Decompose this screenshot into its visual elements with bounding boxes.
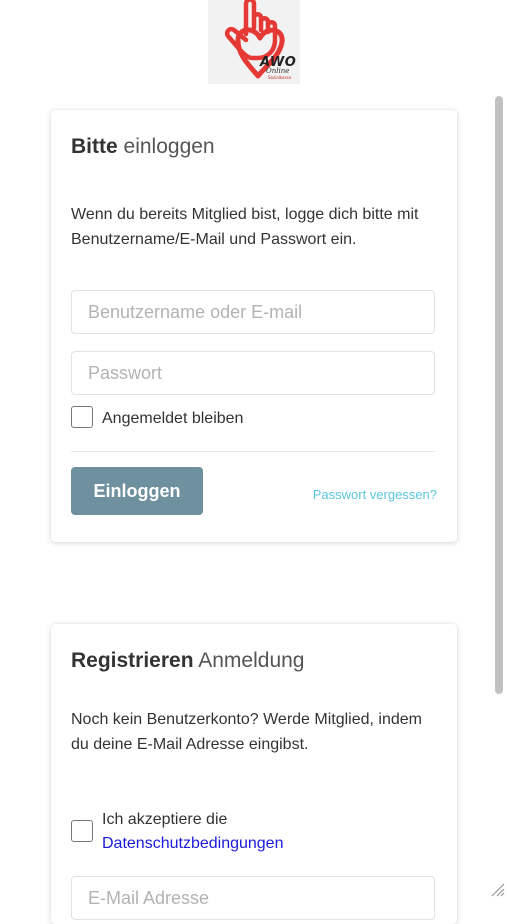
login-title: Bitte einloggen bbox=[71, 136, 215, 157]
login-divider bbox=[71, 451, 435, 452]
register-title-strong: Registrieren bbox=[71, 649, 194, 672]
remember-me-checkbox[interactable] bbox=[71, 406, 93, 428]
awo-logo: AWO Online Sozialkasse bbox=[208, 0, 300, 84]
register-title-light: Anmeldung bbox=[198, 649, 305, 672]
password-input[interactable] bbox=[71, 351, 435, 395]
username-input[interactable] bbox=[71, 290, 435, 334]
accept-privacy-label: Ich akzeptiere die bbox=[102, 811, 228, 828]
login-button[interactable]: Einloggen bbox=[71, 467, 203, 515]
register-title: Registrieren Anmeldung bbox=[71, 650, 304, 671]
login-description: Wenn du bereits Mitglied bist, logge dic… bbox=[71, 206, 419, 248]
register-description: Noch kein Benutzerkonto? Werde Mitglied,… bbox=[71, 711, 422, 753]
privacy-policy-link[interactable]: Datenschutzbedingungen bbox=[102, 834, 283, 854]
remember-me-label: Angemeldet bleiben bbox=[102, 410, 244, 427]
register-email-input[interactable] bbox=[71, 876, 435, 920]
login-title-strong: Bitte bbox=[71, 135, 118, 158]
forgot-password-link[interactable]: Passwort vergessen? bbox=[313, 487, 437, 502]
scrollbar[interactable] bbox=[495, 96, 504, 696]
accept-privacy-checkbox[interactable] bbox=[71, 820, 93, 842]
resize-grip-icon[interactable] bbox=[488, 880, 506, 898]
login-card: Bitte einloggen Wenn du bereits Mitglied… bbox=[51, 110, 457, 542]
logo-subtext-small: Sozialkasse bbox=[268, 75, 292, 80]
logo-subtext: Online bbox=[266, 67, 290, 75]
scrollbar-thumb[interactable] bbox=[495, 96, 503, 694]
register-card: Registrieren Anmeldung Noch kein Benutze… bbox=[51, 624, 457, 924]
login-title-light: einloggen bbox=[123, 135, 215, 158]
